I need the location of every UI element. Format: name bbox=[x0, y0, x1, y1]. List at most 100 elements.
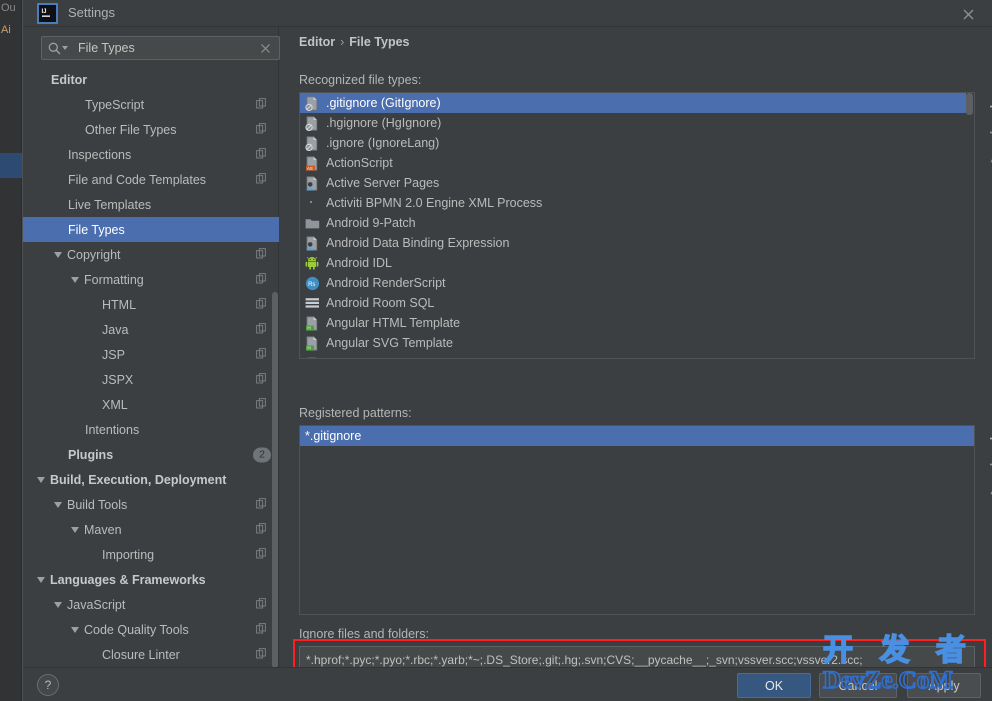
file-type-row[interactable]: Android IDL bbox=[300, 253, 974, 273]
file-type-row[interactable] bbox=[300, 353, 974, 358]
copy-settings-icon[interactable] bbox=[256, 122, 267, 137]
sidebar-item-html[interactable]: HTML bbox=[23, 292, 279, 317]
sidebar-item-javascript[interactable]: JavaScript bbox=[23, 592, 279, 617]
ignore-files-label: Ignore files and folders: bbox=[299, 627, 429, 641]
pencil-icon[interactable] bbox=[982, 145, 992, 171]
chevron-down-icon[interactable] bbox=[54, 251, 62, 258]
chevron-down-icon[interactable] bbox=[71, 276, 79, 283]
close-icon[interactable] bbox=[958, 4, 978, 24]
sidebar-item-code-quality-tools[interactable]: Code Quality Tools bbox=[23, 617, 279, 642]
sidebar-item-label: HTML bbox=[102, 297, 137, 312]
file-type-row[interactable]: Rs Android RenderScript bbox=[300, 273, 974, 293]
settings-sidebar: File Types Editor TypeScript Other File Ty… bbox=[23, 27, 280, 668]
sidebar-item-label: Build, Execution, Deployment bbox=[50, 472, 227, 487]
sidebar-item-importing[interactable]: Importing bbox=[23, 542, 279, 567]
copy-settings-icon[interactable] bbox=[256, 497, 267, 512]
sidebar-item-closure-linter[interactable]: Closure Linter bbox=[23, 642, 279, 667]
file-type-row[interactable]: Android 9-Patch bbox=[300, 213, 974, 233]
pencil-icon[interactable] bbox=[982, 477, 992, 503]
copy-settings-icon[interactable] bbox=[256, 397, 267, 412]
sidebar-item-plugins[interactable]: Plugins 2 bbox=[23, 442, 279, 467]
svg-text:H: H bbox=[307, 345, 310, 350]
sidebar-item-maven[interactable]: Maven bbox=[23, 517, 279, 542]
copy-settings-icon[interactable] bbox=[256, 622, 267, 637]
sidebar-item-jspx[interactable]: JSPX bbox=[23, 367, 279, 392]
chevron-down-icon[interactable] bbox=[37, 476, 45, 483]
pattern-row[interactable]: *.gitignore bbox=[300, 426, 974, 446]
sidebar-item-live-templates[interactable]: Live Templates bbox=[23, 192, 279, 217]
minus-icon[interactable] bbox=[982, 119, 992, 145]
sidebar-item-intentions[interactable]: Intentions bbox=[23, 417, 279, 442]
help-button[interactable]: ? bbox=[37, 674, 59, 696]
ignore-file-icon bbox=[304, 95, 320, 111]
copy-settings-icon[interactable] bbox=[256, 372, 267, 387]
copy-settings-icon[interactable] bbox=[256, 147, 267, 162]
chevron-down-icon[interactable] bbox=[71, 526, 79, 533]
sidebar-item-languages-frameworks[interactable]: Languages & Frameworks bbox=[23, 567, 279, 592]
copy-settings-icon[interactable] bbox=[256, 297, 267, 312]
file-type-row[interactable]: Activiti BPMN 2.0 Engine XML Process bbox=[300, 193, 974, 213]
file-type-row[interactable]: H Angular HTML Template bbox=[300, 313, 974, 333]
sidebar-item-java[interactable]: Java bbox=[23, 317, 279, 342]
recognized-list-scrollbar[interactable] bbox=[966, 93, 974, 358]
copy-settings-icon[interactable] bbox=[256, 272, 267, 287]
search-dropdown-caret-icon[interactable] bbox=[62, 46, 68, 50]
file-type-row[interactable]: .ignore (IgnoreLang) bbox=[300, 133, 974, 153]
sidebar-item-inspections[interactable]: Inspections bbox=[23, 142, 279, 167]
copy-settings-icon[interactable] bbox=[256, 547, 267, 562]
sidebar-item-file-and-code-templates[interactable]: File and Code Templates bbox=[23, 167, 279, 192]
copy-settings-icon[interactable] bbox=[256, 347, 267, 362]
sidebar-item-typescript[interactable]: TypeScript bbox=[23, 92, 279, 117]
chevron-down-icon[interactable] bbox=[71, 626, 79, 633]
file-type-label: Android Room SQL bbox=[326, 296, 435, 310]
plus-icon[interactable] bbox=[982, 425, 992, 451]
apply-button[interactable]: Apply bbox=[907, 673, 981, 698]
registered-patterns-list[interactable]: *.gitignore bbox=[299, 425, 975, 615]
copy-settings-icon[interactable] bbox=[256, 322, 267, 337]
file-type-label: Angular SVG Template bbox=[326, 336, 453, 350]
recognized-file-types-list[interactable]: .gitignore (GitIgnore) .hgignore (HgIgnor… bbox=[299, 92, 975, 359]
copy-settings-icon[interactable] bbox=[256, 247, 267, 262]
file-type-row[interactable]: AS ActionScript bbox=[300, 153, 974, 173]
sidebar-item-build-tools[interactable]: Build Tools bbox=[23, 492, 279, 517]
sidebar-item-label: TypeScript bbox=[85, 97, 145, 112]
file-type-row[interactable]: H Angular SVG Template bbox=[300, 333, 974, 353]
file-type-label: Activiti BPMN 2.0 Engine XML Process bbox=[326, 196, 543, 210]
sidebar-item-label: Build Tools bbox=[67, 497, 128, 512]
recognized-list-scrollbar-thumb[interactable] bbox=[966, 93, 973, 115]
sidebar-item-jsp[interactable]: JSP bbox=[23, 342, 279, 367]
chevron-down-icon[interactable] bbox=[37, 576, 45, 583]
file-type-row[interactable]: Android Data Binding Expression bbox=[300, 233, 974, 253]
background-app-strip: Ou Ai bbox=[0, 0, 22, 701]
file-type-row[interactable]: Active Server Pages bbox=[300, 173, 974, 193]
chevron-down-icon[interactable] bbox=[54, 501, 62, 508]
copy-settings-icon[interactable] bbox=[256, 597, 267, 612]
sidebar-scrollbar[interactable] bbox=[272, 292, 278, 668]
cancel-button[interactable]: Cancel bbox=[819, 673, 897, 698]
plus-icon[interactable] bbox=[982, 93, 992, 119]
copy-settings-icon[interactable] bbox=[256, 647, 267, 662]
ok-button[interactable]: OK bbox=[737, 673, 811, 698]
sidebar-item-file-types[interactable]: File Types bbox=[23, 217, 279, 242]
chevron-down-icon[interactable] bbox=[54, 601, 62, 608]
copy-settings-icon[interactable] bbox=[256, 97, 267, 112]
search-input[interactable]: File Types bbox=[41, 36, 280, 60]
minus-icon[interactable] bbox=[982, 451, 992, 477]
file-type-row[interactable]: .gitignore (GitIgnore) bbox=[300, 93, 974, 113]
sidebar-item-copyright[interactable]: Copyright bbox=[23, 242, 279, 267]
sidebar-item-editor[interactable]: Editor bbox=[23, 67, 279, 92]
sidebar-item-xml[interactable]: XML bbox=[23, 392, 279, 417]
copy-settings-icon[interactable] bbox=[256, 172, 267, 187]
sidebar-item-other-file-types[interactable]: Other File Types bbox=[23, 117, 279, 142]
registered-patterns-label: Registered patterns: bbox=[299, 406, 412, 420]
file-type-row[interactable]: Android Room SQL bbox=[300, 293, 974, 313]
copy-settings-icon[interactable] bbox=[256, 522, 267, 537]
clear-icon[interactable] bbox=[260, 43, 271, 54]
breadcrumb-parent[interactable]: Editor bbox=[299, 35, 335, 49]
file-type-row[interactable]: .hgignore (HgIgnore) bbox=[300, 113, 974, 133]
android-icon bbox=[304, 255, 320, 271]
sidebar-item-formatting[interactable]: Formatting bbox=[23, 267, 279, 292]
sidebar-item-build-execution-deployment[interactable]: Build, Execution, Deployment bbox=[23, 467, 279, 492]
recognized-file-types-label: Recognized file types: bbox=[299, 73, 422, 87]
